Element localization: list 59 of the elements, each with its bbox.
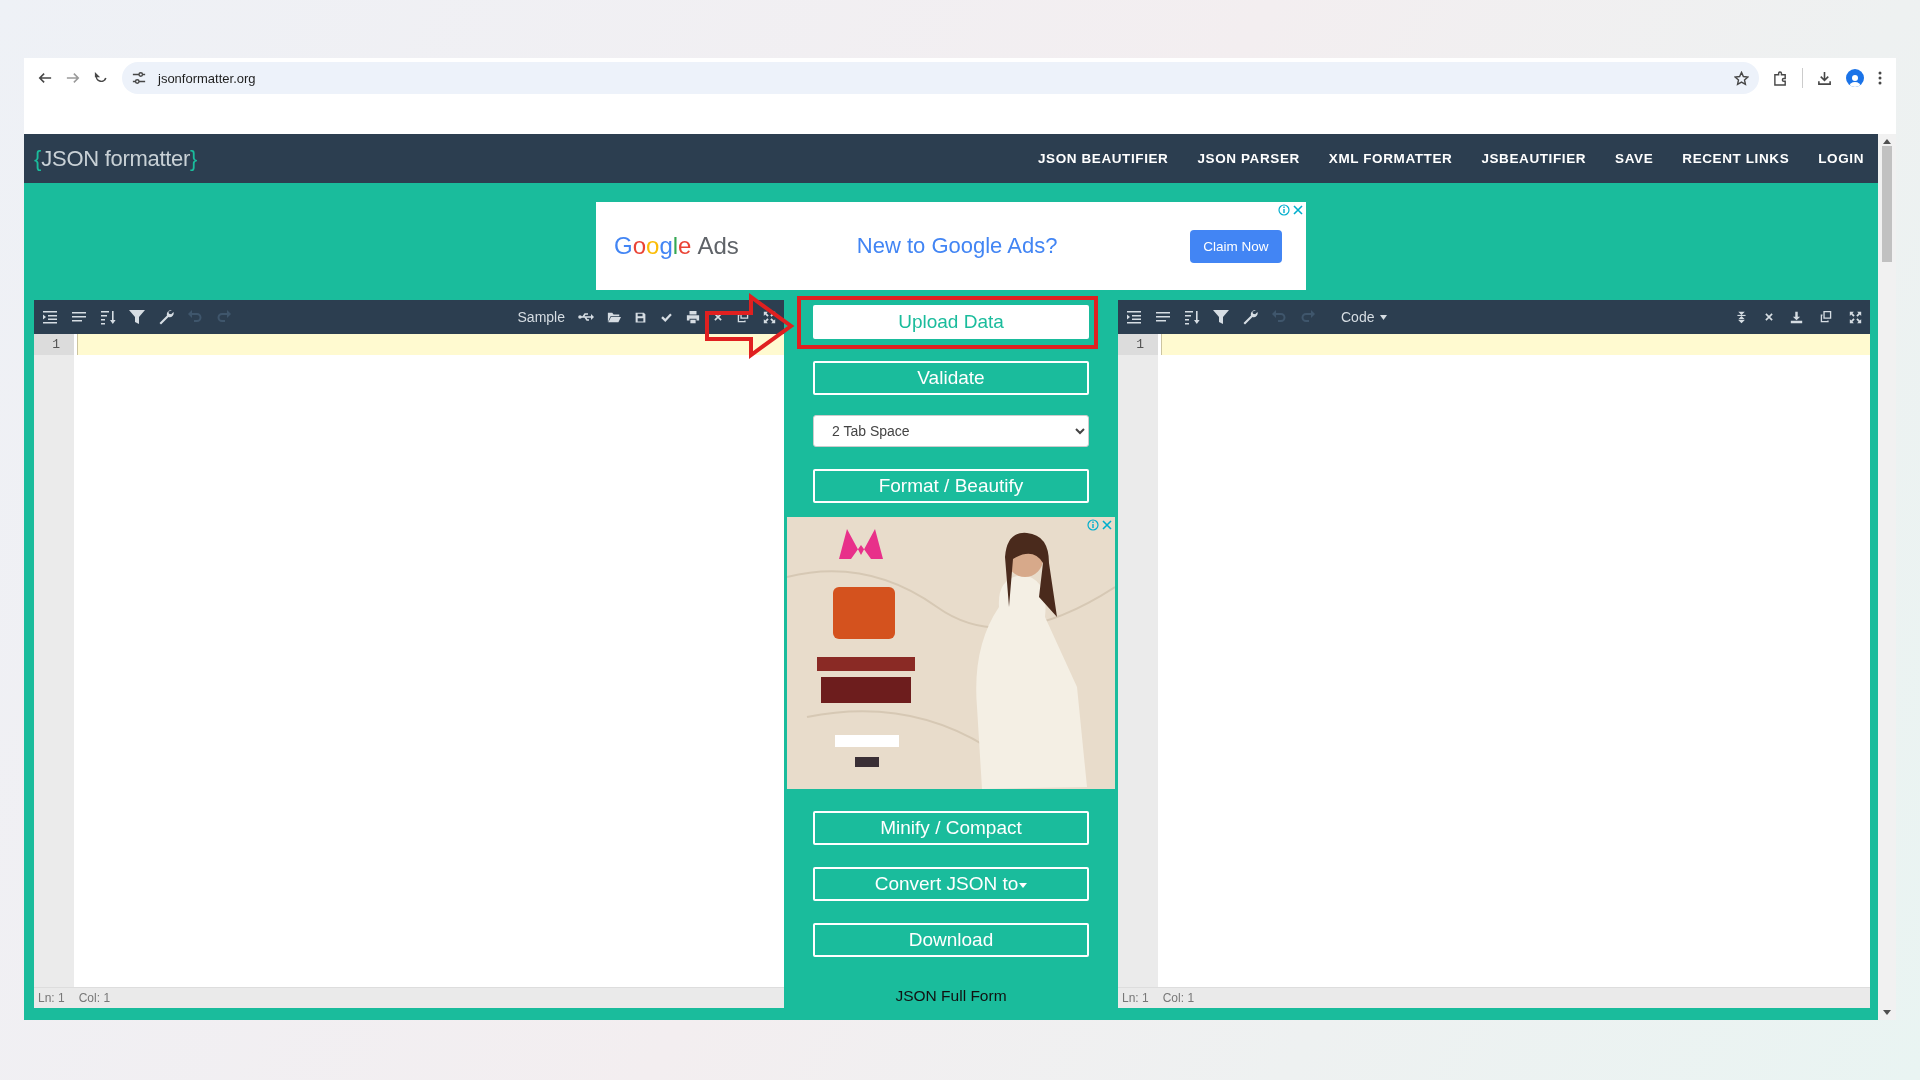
lines-icon[interactable] bbox=[1155, 309, 1171, 325]
site-settings-icon[interactable] bbox=[132, 71, 146, 85]
scroll-thumb[interactable] bbox=[1882, 146, 1892, 262]
ad-headline: New to Google Ads? bbox=[856, 233, 1058, 259]
star-icon[interactable] bbox=[1734, 70, 1749, 86]
nav-link[interactable]: XML FORMATTER bbox=[1328, 151, 1453, 166]
ad-brand: Google bbox=[614, 232, 692, 260]
column-indicator: Col: 1 bbox=[1162, 991, 1195, 1005]
indent-icon[interactable] bbox=[1126, 309, 1142, 325]
nav-link[interactable]: JSON BEAUTIFIER bbox=[1037, 151, 1169, 166]
claim-button[interactable]: Claim Now bbox=[1190, 229, 1282, 263]
scroll-up-icon[interactable] bbox=[1883, 138, 1891, 144]
filter-icon[interactable] bbox=[1213, 309, 1229, 325]
full-form-link[interactable]: JSON Full Form bbox=[895, 987, 1007, 1005]
lines-icon[interactable] bbox=[71, 309, 87, 325]
ad-brand-suffix: Ads bbox=[697, 232, 739, 260]
wrench-icon[interactable] bbox=[1242, 309, 1258, 325]
line-indicator: Ln: 1 bbox=[38, 991, 65, 1005]
url-text: jsonformatter.org bbox=[158, 70, 256, 86]
info-icon[interactable] bbox=[1278, 204, 1290, 216]
menu-icon[interactable] bbox=[1878, 71, 1882, 85]
line-indicator: Ln: 1 bbox=[1122, 991, 1149, 1005]
sample-button[interactable]: Sample bbox=[517, 309, 565, 325]
copy-icon[interactable] bbox=[1819, 310, 1833, 324]
download-icon[interactable] bbox=[1790, 310, 1803, 324]
filter-icon[interactable] bbox=[129, 309, 145, 325]
line-number: 1 bbox=[1118, 334, 1158, 355]
save-icon[interactable] bbox=[634, 310, 647, 324]
site-logo[interactable]: {JSON formatter} bbox=[34, 145, 198, 172]
extensions-icon[interactable] bbox=[1773, 70, 1788, 86]
print-icon[interactable] bbox=[686, 310, 700, 324]
folder-icon[interactable] bbox=[607, 310, 621, 324]
mode-dropdown[interactable]: Code bbox=[1341, 309, 1388, 325]
column-indicator: Col: 1 bbox=[78, 991, 111, 1005]
expand-icon[interactable] bbox=[1849, 310, 1862, 324]
nav-link[interactable]: SAVE bbox=[1615, 151, 1654, 166]
line-number: 1 bbox=[34, 334, 74, 355]
collapse-icon[interactable] bbox=[1735, 310, 1748, 324]
scroll-down-icon[interactable] bbox=[1883, 1010, 1891, 1016]
sort-icon[interactable] bbox=[1184, 309, 1200, 325]
sort-icon[interactable] bbox=[100, 309, 116, 325]
expand-icon[interactable] bbox=[763, 310, 776, 324]
indent-icon[interactable] bbox=[42, 309, 58, 325]
nav-link[interactable]: LOGIN bbox=[1818, 151, 1864, 166]
address-bar[interactable]: jsonformatter.org bbox=[122, 62, 1759, 94]
profile-avatar[interactable] bbox=[1846, 69, 1864, 87]
ad-banner[interactable]: Google Ads New to Google Ads? Claim Now bbox=[596, 202, 1306, 290]
caret-icon bbox=[1019, 883, 1028, 888]
forward-icon[interactable] bbox=[66, 71, 80, 85]
scrollbar[interactable] bbox=[1878, 134, 1896, 1020]
indent-select[interactable]: 2 Tab Space bbox=[813, 415, 1089, 447]
download-icon[interactable] bbox=[1817, 70, 1832, 86]
wrench-icon[interactable] bbox=[158, 309, 174, 325]
nav-link[interactable]: JSON PARSER bbox=[1197, 151, 1300, 166]
nav-link[interactable]: JSBEAUTIFIER bbox=[1481, 151, 1587, 166]
nav-link[interactable]: RECENT LINKS bbox=[1682, 151, 1790, 166]
back-icon[interactable] bbox=[38, 71, 52, 85]
caret-icon bbox=[1380, 314, 1388, 320]
reload-icon[interactable] bbox=[94, 71, 108, 85]
